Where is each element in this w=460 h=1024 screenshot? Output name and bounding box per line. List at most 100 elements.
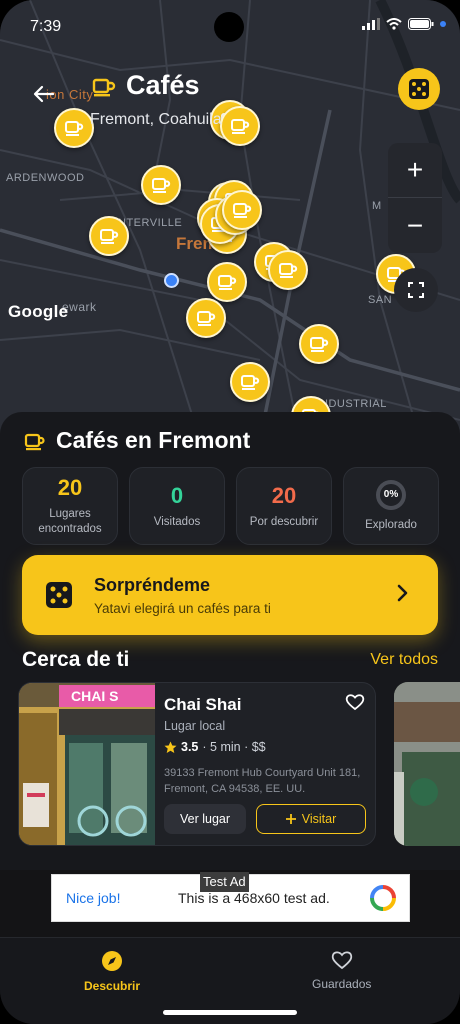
coffee-cup-icon <box>100 229 119 244</box>
sheet-title: Cafés en Fremont <box>24 427 250 454</box>
coffee-cup-icon <box>92 78 116 96</box>
test-ad-label: Test Ad <box>200 872 249 892</box>
place-card-next[interactable] <box>394 682 460 846</box>
plus-icon <box>285 814 296 824</box>
surprise-subtitle: Yatavi elegirá un cafés para ti <box>94 601 271 616</box>
cafe-marker[interactable] <box>268 250 308 290</box>
coffee-cup-icon <box>218 275 237 290</box>
stat-explored: 0% Explorado <box>343 467 439 545</box>
stat-found-label: Lugares encontrados <box>38 508 102 535</box>
view-place-button[interactable]: Ver lugar <box>164 804 246 834</box>
location-subtitle: Fremont, Coahuila <box>90 111 222 128</box>
cafe-marker[interactable] <box>54 108 94 148</box>
place-distance-price: · 5 min · $$ <box>202 740 266 754</box>
camera-cutout <box>214 12 244 42</box>
place-rating: 3.5 <box>181 740 199 754</box>
see-all-link[interactable]: Ver todos <box>370 651 438 669</box>
cafe-marker[interactable] <box>222 190 262 230</box>
nav-saved[interactable]: Guardados <box>312 950 371 991</box>
storefront-image: CHAI S <box>19 683 155 845</box>
battery-icon <box>408 18 434 30</box>
cafe-marker[interactable] <box>141 165 181 205</box>
results-sheet: Cafés en Fremont 20 Lugares encontrados … <box>0 412 460 870</box>
app-screen: ARDENWOOD NTERVILLE ewark NDUSTRIAL M SA… <box>0 0 460 1024</box>
explored-ring: 0% <box>376 479 406 510</box>
cafe-marker[interactable] <box>207 262 247 302</box>
ad-logo-icon <box>370 885 396 911</box>
nav-discover-label: Descubrir <box>84 979 141 993</box>
ad-left-text: Nice job! <box>66 890 121 906</box>
home-indicator <box>163 1010 297 1015</box>
coffee-cup-icon <box>197 311 216 326</box>
map-label-industrial: NDUSTRIAL <box>320 398 387 410</box>
cafe-marker[interactable] <box>220 106 260 146</box>
signal-icon <box>362 18 380 30</box>
compass-icon <box>102 951 123 971</box>
fullscreen-button[interactable] <box>394 268 438 312</box>
stat-found-value: 20 <box>57 475 83 500</box>
heart-icon <box>345 694 365 711</box>
coffee-cup-icon <box>241 375 260 390</box>
dice-icon <box>409 79 429 99</box>
google-logo: Google <box>8 302 69 321</box>
coffee-cup-icon <box>231 119 250 134</box>
fullscreen-icon <box>408 282 424 298</box>
arrow-left-icon <box>33 85 55 103</box>
zoom-in-button[interactable]: + <box>388 143 442 198</box>
stat-visited-value: 0 <box>170 482 184 508</box>
stat-visited: 0 Visitados <box>129 467 225 545</box>
stat-visited-label: Visitados <box>153 515 201 528</box>
surprise-title: Sorpréndeme <box>94 575 211 595</box>
map-label-ardenwood: ARDENWOOD <box>6 172 85 184</box>
cafe-marker[interactable] <box>299 324 339 364</box>
back-button[interactable] <box>30 80 58 108</box>
cafe-marker[interactable] <box>186 298 226 338</box>
status-time: 7:39 <box>30 18 62 35</box>
visit-label: Visitar <box>301 812 337 826</box>
heart-icon <box>331 951 352 970</box>
coffee-cup-icon <box>279 263 298 278</box>
zoom-controls: + − <box>388 143 442 253</box>
stat-to-discover: 20 Por descubrir <box>236 467 332 545</box>
surprise-me-button[interactable]: Sorpréndeme Yatavi elegirá un cafés para… <box>22 555 438 635</box>
map-label-m: M <box>372 200 382 212</box>
coffee-cup-icon <box>310 337 329 352</box>
page-title: Cafés <box>92 70 200 101</box>
place-photo-next <box>394 682 460 846</box>
star-icon <box>164 741 177 753</box>
nav-saved-label: Guardados <box>312 977 372 991</box>
coffee-cup-icon <box>24 433 45 450</box>
random-dice-button[interactable] <box>398 68 440 110</box>
place-name: Chai Shai <box>164 695 242 714</box>
storefront-sign-text: CHAI S <box>71 688 118 704</box>
stat-to-discover-value: 20 <box>271 482 297 508</box>
place-photo: CHAI S <box>19 683 155 845</box>
map-label-centerville: NTERVILLE <box>118 217 183 229</box>
chevron-right-icon <box>397 584 408 602</box>
place-meta: 3.5 · 5 min · $$ <box>164 740 266 754</box>
nav-discover[interactable]: Descubrir <box>84 950 140 993</box>
visit-button[interactable]: Visitar <box>256 804 366 834</box>
stat-explored-label: Explorado <box>365 518 417 531</box>
map-label-san: SAN <box>368 294 393 306</box>
title-text: Cafés <box>126 70 200 100</box>
ad-main-text: This is a 468x60 test ad. <box>178 890 330 906</box>
place-type: Lugar local <box>164 719 226 733</box>
stat-to-discover-label: Por descubrir <box>249 515 319 528</box>
zoom-out-button[interactable]: − <box>388 198 442 253</box>
status-icons <box>362 18 446 30</box>
stat-found: 20 Lugares encontrados <box>22 467 118 545</box>
sheet-title-text: Cafés en Fremont <box>56 427 251 453</box>
coffee-cup-icon <box>65 121 84 136</box>
user-location-dot <box>164 273 179 288</box>
cafe-marker[interactable] <box>89 216 129 256</box>
nearby-title: Cerca de ti <box>22 648 130 671</box>
wifi-icon <box>386 18 402 30</box>
place-card[interactable]: CHAI S Chai Shai Lugar local 3.5 · 5 min… <box>18 682 376 846</box>
coffee-cup-icon <box>233 203 252 218</box>
coffee-cup-icon <box>152 178 171 193</box>
place-address: 39133 Fremont Hub Courtyard Unit 181, Fr… <box>164 767 361 795</box>
dice-icon <box>46 582 72 608</box>
cafe-marker[interactable] <box>230 362 270 402</box>
favorite-button[interactable] <box>345 693 365 716</box>
